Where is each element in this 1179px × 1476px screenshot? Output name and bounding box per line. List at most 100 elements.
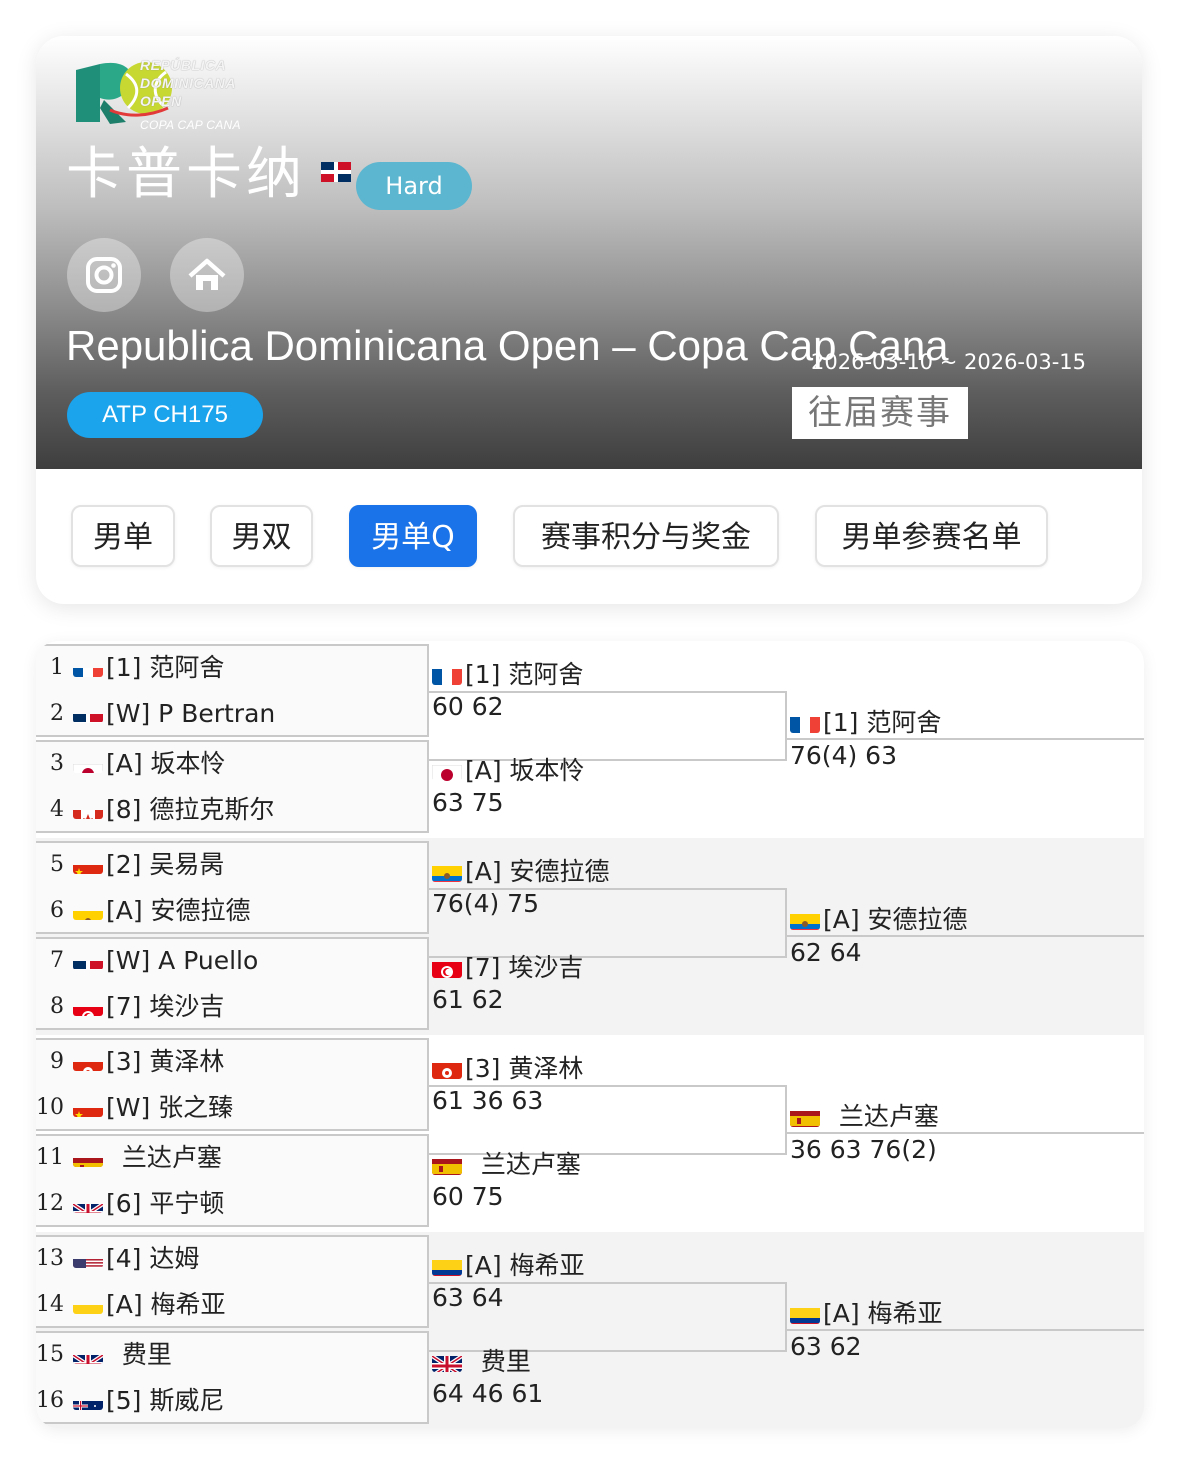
draw-position-number: 7 <box>50 948 64 973</box>
draw-player-line[interactable]: 13 [4] 达姆 <box>36 1236 426 1282</box>
country-flag-icon <box>73 996 103 1016</box>
match-score: 63 64 <box>432 1283 504 1312</box>
country-flag-icon <box>432 1059 462 1079</box>
second-round-player[interactable]: [A] 坂本怜 <box>432 755 772 787</box>
country-flag-icon <box>432 958 462 978</box>
draw-player-line[interactable]: 1 [1] 范阿舍 <box>36 645 426 691</box>
country-flag-icon <box>432 665 462 685</box>
player-name: 兰达卢塞 <box>823 1102 939 1131</box>
draw-tabs: 男单 男双 男单Q 赛事积分与奖金 男单参赛名单 <box>36 469 1142 604</box>
match-score: 61 36 63 <box>432 1086 544 1115</box>
draw-player-line[interactable]: 7 [W] A Puello <box>36 938 426 984</box>
draw-player-line[interactable]: 4 [8] 德拉克斯尔 <box>36 787 426 833</box>
draw-player-line[interactable]: 5 [2] 吴易昺 <box>36 842 426 888</box>
player-name: [8] 德拉克斯尔 <box>106 795 275 824</box>
hero-banner: REPÚBLICA DOMINICANA OPEN COPA CAP CANA … <box>36 36 1142 469</box>
match-score: 76(4) 63 <box>790 741 897 770</box>
instagram-icon <box>86 257 122 293</box>
tournament-header-card: REPÚBLICA DOMINICANA OPEN COPA CAP CANA … <box>36 36 1142 604</box>
player-name: [3] 黄泽林 <box>465 1054 584 1083</box>
match-score: 60 75 <box>432 1182 504 1211</box>
draw-player-line[interactable]: 2 [W] P Bertran <box>36 691 426 737</box>
draw-position-number: 12 <box>36 1191 64 1216</box>
date-range: 2026-03-10 ~ 2026-03-15 <box>811 350 1087 374</box>
second-round-player[interactable]: [A] 梅希亚 <box>432 1250 772 1282</box>
draw-position-number: 16 <box>36 1388 64 1413</box>
country-flag-icon <box>73 1193 103 1213</box>
qualifier-player[interactable]: 兰达卢塞 <box>790 1101 1130 1133</box>
country-flag-icon <box>73 799 103 819</box>
home-button[interactable] <box>170 238 244 312</box>
draw-player-line[interactable]: 9 [3] 黄泽林 <box>36 1039 426 1085</box>
draw-position-number: 4 <box>50 797 64 822</box>
qualifier-player[interactable]: [A] 安德拉德 <box>790 904 1130 936</box>
second-round-player[interactable]: 费里 <box>432 1346 772 1378</box>
draw-position-number: 5 <box>50 852 64 877</box>
draw-player-line[interactable]: 10 [W] 张之臻 <box>36 1085 426 1131</box>
player-name: [W] P Bertran <box>106 699 276 728</box>
country-flag-icon <box>73 1344 103 1364</box>
second-round-player[interactable]: [7] 埃沙吉 <box>432 952 772 984</box>
country-flag-icon <box>73 900 103 920</box>
match-score: 63 62 <box>790 1332 862 1361</box>
player-name: [1] 范阿舍 <box>823 708 942 737</box>
logo-subtitle: COPA CAP CANA <box>140 118 241 132</box>
draw-player-line[interactable]: 8 [7] 埃沙吉 <box>36 984 426 1030</box>
tab-mens-singles-qualifying[interactable]: 男单Q <box>349 505 477 567</box>
player-name: 费里 <box>465 1347 531 1376</box>
country-flag-icon <box>73 657 103 677</box>
player-name: [3] 黄泽林 <box>106 1047 225 1076</box>
country-flag-icon <box>432 1256 462 1276</box>
logo-line-2: DOMINICANA <box>140 75 236 91</box>
logo-wordmark: REPÚBLICA DOMINICANA OPEN <box>140 56 270 110</box>
country-flag-icon <box>432 862 462 882</box>
qualifier-player[interactable]: [A] 梅希亚 <box>790 1298 1130 1330</box>
country-flag-icon <box>790 713 820 733</box>
qualifier-player[interactable]: [1] 范阿舍 <box>790 707 1130 739</box>
country-flag-icon <box>73 854 103 874</box>
draw-player-line[interactable]: 3 [A] 坂本怜 <box>36 741 426 787</box>
second-round-player[interactable]: [1] 范阿舍 <box>432 659 772 691</box>
player-name: [W] 张之臻 <box>106 1093 234 1122</box>
draw-player-line[interactable]: 16 [5] 斯威尼 <box>36 1378 426 1424</box>
draw-player-line[interactable]: 6 [A] 安德拉德 <box>36 888 426 934</box>
player-name: 费里 <box>106 1340 172 1369</box>
instagram-button[interactable] <box>67 238 141 312</box>
second-round-player[interactable]: [3] 黄泽林 <box>432 1053 772 1085</box>
country-flag-icon <box>790 910 820 930</box>
tab-points-prize-money[interactable]: 赛事积分与奖金 <box>513 505 779 567</box>
player-name: [1] 范阿舍 <box>465 660 584 689</box>
country-flag-icon <box>432 1352 462 1372</box>
past-events-button[interactable]: 往届赛事 <box>792 387 968 439</box>
player-name: [6] 平宁顿 <box>106 1189 225 1218</box>
player-name: [7] 埃沙吉 <box>465 953 584 982</box>
country-flag-icon <box>73 1051 103 1071</box>
surface-badge: Hard <box>356 162 472 210</box>
country-flag-icon <box>432 761 462 781</box>
tab-mens-singles[interactable]: 男单 <box>71 505 175 567</box>
second-round-player[interactable]: 兰达卢塞 <box>432 1149 772 1181</box>
player-name: 兰达卢塞 <box>465 1150 581 1179</box>
player-name: [A] 安德拉德 <box>465 857 610 886</box>
tab-entry-list[interactable]: 男单参赛名单 <box>815 505 1048 567</box>
second-round-player[interactable]: [A] 安德拉德 <box>432 856 772 888</box>
tab-mens-doubles[interactable]: 男双 <box>210 505 313 567</box>
country-flag-icon <box>73 950 103 970</box>
draw-player-line[interactable]: 11 兰达卢塞 <box>36 1135 426 1181</box>
player-name: [4] 达姆 <box>106 1244 200 1273</box>
match-score: 60 62 <box>432 692 504 721</box>
draw-player-line[interactable]: 14 [A] 梅希亚 <box>36 1282 426 1328</box>
country-flag-icon <box>73 1097 103 1117</box>
country-flag-icon <box>790 1304 820 1324</box>
draw-position-number: 11 <box>36 1145 64 1170</box>
draw-player-line[interactable]: 12 [6] 平宁顿 <box>36 1181 426 1227</box>
player-name: 兰达卢塞 <box>106 1143 222 1172</box>
player-name: [A] 坂本怜 <box>106 749 226 778</box>
country-flag-icon <box>432 1155 462 1175</box>
logo-line-1: REPÚBLICA <box>140 57 227 73</box>
draw-position-number: 6 <box>50 898 64 923</box>
player-name: [A] 安德拉德 <box>106 896 251 925</box>
logo-line-3: OPEN <box>140 93 182 109</box>
draw-player-line[interactable]: 15 费里 <box>36 1332 426 1378</box>
match-score: 61 62 <box>432 985 504 1014</box>
